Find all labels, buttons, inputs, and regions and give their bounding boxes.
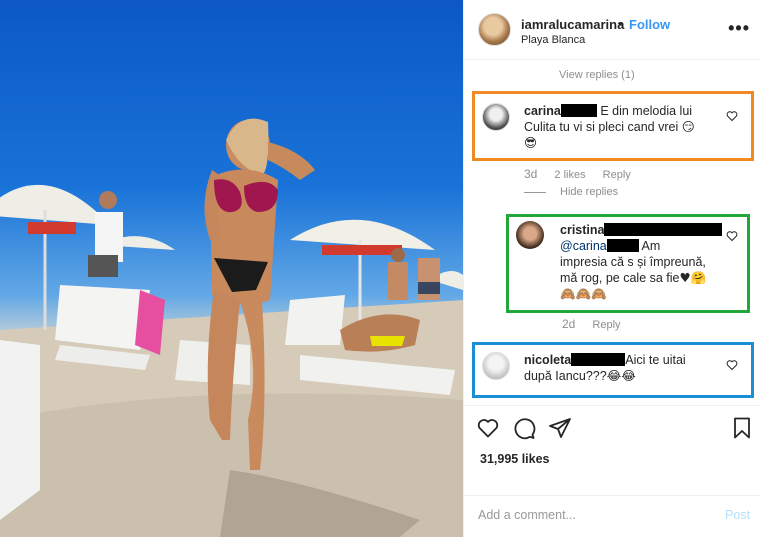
redaction-bar <box>606 239 639 252</box>
comment-like-heart-icon[interactable] <box>726 110 738 122</box>
commenter-username[interactable]: nicoleta <box>524 353 571 367</box>
comment-body: carina E din melodia lui Culita tu vi si… <box>524 103 734 151</box>
monkey-emoji-icon: 🙈🙈🙈 <box>560 286 607 301</box>
comment-bubble-icon[interactable] <box>512 416 536 440</box>
like-heart-icon[interactable] <box>476 416 500 440</box>
view-replies-link[interactable]: View replies (1) <box>559 69 635 81</box>
comment-like-heart-icon[interactable] <box>726 359 738 371</box>
comment-body: nicoleta Aici te uitai după Iancu???😂😂 <box>524 352 734 384</box>
likes-count[interactable]: 31,995 likes <box>480 452 550 466</box>
comment-age: 2d <box>562 317 576 331</box>
post-header: iamralucamarina • Follow Playa Blanca ••… <box>464 0 761 60</box>
comment-text: E din melodia lui <box>600 104 693 118</box>
smirk-emoji-icon: 😏 <box>681 119 695 134</box>
separator-dot: • <box>618 16 623 31</box>
beach-scene-illustration <box>0 118 463 537</box>
comment-text: impresia că s și împreună, <box>560 255 706 269</box>
post-photo[interactable] <box>0 0 463 537</box>
author-avatar[interactable] <box>478 13 511 46</box>
sunglasses-emoji-icon: 😎 <box>524 135 538 150</box>
hide-replies-link[interactable]: Hide replies <box>560 186 618 198</box>
laughing-emoji-icon: 😂😂 <box>606 368 636 383</box>
post-comment-button[interactable]: Post <box>725 508 750 522</box>
reply-button[interactable]: Reply <box>603 169 631 181</box>
paper-plane-icon[interactable] <box>548 416 572 440</box>
reply-button[interactable]: Reply <box>592 319 620 331</box>
post-details-panel: iamralucamarina • Follow Playa Blanca ••… <box>463 0 761 537</box>
comment-text: după Iancu??? <box>524 369 607 383</box>
commenter-avatar[interactable] <box>482 103 510 131</box>
comment-body: cristina @carina Am impresia că s și împ… <box>560 222 730 302</box>
comment-text: mă rog, pe cale sa fie <box>560 271 680 285</box>
commenter-username[interactable]: cristina <box>560 223 604 237</box>
heart-hug-emoji-icon: ♥🤗 <box>679 270 707 285</box>
comment-age: 3d <box>524 167 538 181</box>
comment-text: Aici te uitai <box>625 353 686 367</box>
comment-text: Culita tu vi si pleci cand vrei <box>524 120 679 134</box>
bookmark-icon[interactable] <box>730 416 754 440</box>
comment-meta: 3d 2 likes Reply <box>524 167 645 181</box>
post-location[interactable]: Playa Blanca <box>521 34 585 46</box>
comment-composer: Post <box>464 495 761 537</box>
post-action-bar: 31,995 likes <box>464 405 761 495</box>
redaction-bar <box>571 353 626 366</box>
mention-link[interactable]: @carina <box>560 239 607 253</box>
redaction-bar <box>560 104 597 117</box>
more-options-icon[interactable]: ••• <box>728 18 750 39</box>
author-username[interactable]: iamralucamarina <box>521 17 624 32</box>
add-comment-input[interactable] <box>478 508 698 522</box>
commenter-avatar[interactable] <box>516 221 544 249</box>
follow-button[interactable]: Follow <box>629 17 670 32</box>
comment-like-heart-icon[interactable] <box>726 230 738 242</box>
comment-text: Am <box>641 239 661 253</box>
redaction-bar <box>604 223 723 236</box>
commenter-username[interactable]: carina <box>524 104 561 118</box>
comment-likes[interactable]: 2 likes <box>554 169 585 181</box>
commenter-avatar[interactable] <box>482 352 510 380</box>
comment-meta: 2d Reply <box>562 317 635 331</box>
hide-replies-line <box>524 192 546 193</box>
